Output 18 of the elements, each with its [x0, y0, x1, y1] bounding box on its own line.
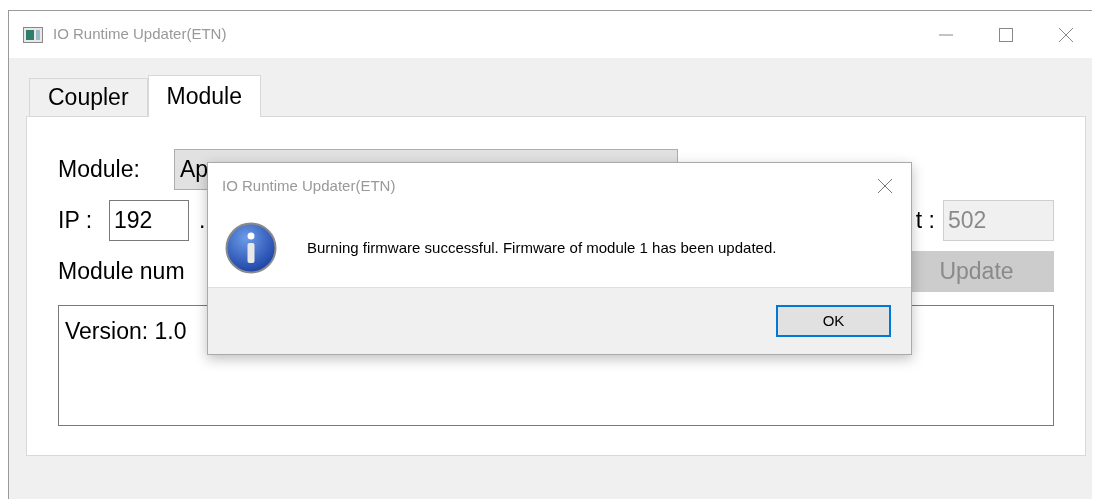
close-icon[interactable]	[1058, 26, 1074, 43]
ok-button[interactable]: OK	[776, 305, 891, 337]
module-label: Module:	[58, 155, 141, 185]
ip-separator: .	[199, 206, 206, 236]
info-icon	[225, 222, 277, 274]
module-number-label: Module num	[58, 257, 185, 287]
maximize-icon[interactable]	[998, 26, 1014, 43]
close-icon[interactable]	[877, 178, 893, 194]
port-label: t :	[915, 206, 935, 236]
window-title: IO Runtime Updater(ETN)	[53, 24, 227, 45]
dialog-message: Burning firmware successful. Firmware of module 1 has been updated.	[307, 237, 777, 258]
log-text: Version: 1.0	[65, 318, 187, 344]
ip-octet-field[interactable]: 192	[109, 200, 189, 241]
tab[interactable]: Module	[147, 75, 261, 117]
tab[interactable]: Coupler	[29, 78, 148, 116]
dialog-title: IO Runtime Updater(ETN)	[222, 175, 396, 196]
ip-label: IP :	[58, 206, 94, 236]
app-icon	[23, 26, 43, 43]
